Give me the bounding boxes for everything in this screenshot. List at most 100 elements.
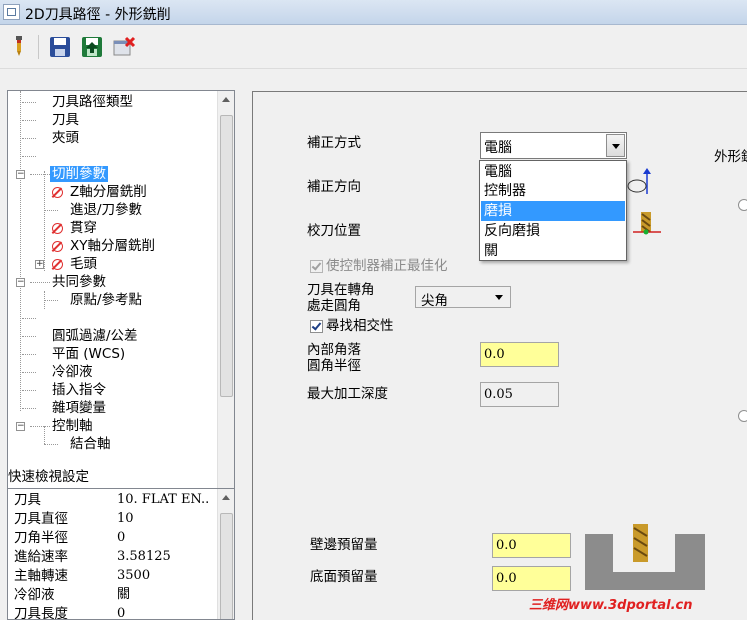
max-depth-input[interactable]: 0.05 — [480, 382, 559, 407]
comp-type-value: 電腦 — [484, 140, 512, 156]
tree-item-label: 刀具 — [52, 112, 79, 128]
tree-line — [30, 282, 50, 283]
tree-line — [22, 102, 36, 103]
tree-item[interactable]: 插入指令 — [22, 381, 106, 399]
max-depth-label: 最大加工深度 — [307, 386, 388, 402]
contour-type-label: 外形銑 — [714, 149, 747, 165]
title-bar: 2D刀具路徑 - 外形銑削 — [0, 0, 747, 25]
tree-item[interactable]: 平面 (WCS) — [22, 345, 125, 363]
tree-item-label: Z軸分層銑削 — [70, 184, 147, 200]
quickview-value: 3.58125 — [117, 549, 171, 564]
quickview-row: 主軸轉速 3500 — [14, 567, 224, 585]
dropdown-option[interactable]: 反向磨損 — [481, 221, 625, 241]
corner-combo[interactable]: 尖角 — [415, 286, 511, 309]
wall-stock-input[interactable]: 0.0 — [492, 533, 571, 558]
quickview-key: 刀具長度 — [14, 606, 68, 620]
quickview-row: 冷卻液 關 — [14, 586, 224, 604]
tree-item[interactable]: 原點/參考點 — [44, 291, 142, 309]
tree-line — [22, 318, 36, 319]
quickview-panel: 刀具 10. FLAT EN.. 刀具直徑 10 刀角半徑 0 進給速率 3.58125… — [7, 488, 235, 620]
tree-item[interactable]: 結合軸 — [44, 435, 111, 453]
tree-item-label: 結合軸 — [70, 436, 111, 452]
tree-scrollbar[interactable] — [217, 91, 234, 521]
tool-tip-icon — [633, 210, 663, 240]
quickview-title: 快速檢視設定 — [8, 469, 89, 485]
tree-item[interactable]: 圓弧過濾/公差 — [22, 327, 138, 345]
quickview-value: 0 — [117, 606, 126, 620]
inner-radius-label: 圓角半徑 — [307, 358, 361, 374]
tree-item[interactable]: Z軸分層銑削 — [44, 183, 147, 201]
tree-item[interactable]: 冷卻液 — [22, 363, 93, 381]
dropdown-option-selected[interactable]: 磨損 — [481, 201, 625, 221]
tree-line — [22, 390, 36, 391]
tree-item-label: 夾頭 — [52, 130, 79, 146]
quickview-row: 刀具長度 0 — [14, 605, 224, 620]
quickview-key: 進給速率 — [14, 549, 68, 565]
save-green-icon[interactable] — [79, 34, 105, 60]
dropdown-option[interactable]: 控制器 — [481, 181, 625, 201]
tree-item[interactable]: 進退/刀參數 — [44, 201, 142, 219]
scroll-up-icon[interactable] — [222, 495, 230, 500]
comp-type-label: 補正方式 — [307, 135, 361, 151]
tree-item[interactable]: 控制軸 — [22, 417, 93, 435]
tree-item-cut-params[interactable]: 切削參數 — [22, 165, 108, 183]
tree-item[interactable]: 貫穿 — [44, 219, 97, 237]
toolbar-separator — [38, 35, 39, 59]
expand-toggle[interactable]: + — [35, 260, 44, 269]
quickview-key: 刀具直徑 — [14, 511, 68, 527]
tree-item[interactable]: 毛頭 — [44, 255, 97, 273]
tree-item[interactable]: 雜項變量 — [22, 399, 106, 417]
tree-item[interactable]: 夾頭 — [22, 129, 79, 147]
delete-icon[interactable] — [111, 34, 137, 60]
dropdown-option[interactable]: 電腦 — [481, 162, 625, 182]
quickview-value: 10 — [117, 511, 134, 526]
quickview-key: 刀具 — [14, 492, 41, 508]
inner-radius-input[interactable]: 0.0 — [480, 342, 559, 367]
scroll-up-icon[interactable] — [222, 97, 230, 102]
disabled-icon — [52, 259, 63, 270]
tool-icon[interactable] — [6, 34, 32, 60]
tree-item[interactable]: 共同參數 — [22, 273, 106, 291]
app-window: 2D刀具路徑 - 外形銑削 刀具路徑類型 刀具 夾頭 − 切削參數 Z軸分層銑削… — [0, 0, 747, 620]
chevron-down-icon[interactable] — [606, 134, 625, 157]
watermark-text: 三维网www.3dportal.cn — [529, 598, 693, 613]
tree-line — [30, 426, 50, 427]
tree-line — [22, 120, 36, 121]
stock-diagram-icon — [583, 520, 708, 590]
chevron-down-icon — [495, 295, 503, 300]
comp-dir-label: 補正方向 — [307, 179, 361, 195]
dropdown-option[interactable]: 關 — [481, 241, 625, 261]
tree-item-label: 圓弧過濾/公差 — [52, 328, 138, 344]
contour-radio-1[interactable] — [738, 199, 747, 211]
find-intersect-checkbox[interactable] — [310, 320, 323, 333]
tree-line — [22, 336, 36, 337]
wall-stock-label: 壁邊預留量 — [310, 537, 378, 553]
quickview-scrollbar[interactable] — [217, 489, 234, 619]
floor-stock-label: 底面預留量 — [310, 569, 378, 585]
tree-item-label: 進退/刀參數 — [70, 202, 143, 218]
corner-value: 尖角 — [421, 293, 448, 309]
comp-direction-icon — [627, 168, 657, 196]
app-icon — [3, 4, 20, 20]
optimize-checkbox[interactable] — [310, 260, 323, 273]
tree-item-label: 平面 (WCS) — [52, 346, 126, 362]
tree-line — [44, 210, 58, 211]
tree-item-label: XY軸分層銑削 — [70, 238, 155, 254]
parameters-panel: 補正方式 電腦 電腦 控制器 磨損 反向磨損 關 外形銑 補正方向 校刀位置 使… — [252, 91, 747, 620]
tree-item[interactable]: XY軸分層銑削 — [44, 237, 155, 255]
quickview-key: 冷卻液 — [14, 587, 55, 603]
contour-radio-2[interactable] — [738, 410, 747, 422]
comp-type-combo[interactable]: 電腦 — [480, 132, 627, 159]
floor-stock-input[interactable]: 0.0 — [492, 566, 571, 591]
tree-line — [22, 156, 36, 157]
quickview-row: 刀具直徑 10 — [14, 510, 224, 528]
tree-line — [44, 444, 58, 445]
tree-item-label: 雜項變量 — [52, 400, 106, 416]
save-icon[interactable] — [47, 34, 73, 60]
scroll-thumb[interactable] — [220, 115, 233, 397]
inner-radius-label: 內部角落 — [307, 342, 361, 358]
tree-item[interactable]: 刀具路徑類型 — [22, 93, 133, 111]
scroll-thumb[interactable] — [220, 513, 233, 619]
tree-item[interactable]: 刀具 — [22, 111, 79, 129]
tree-item-label: 毛頭 — [70, 256, 97, 272]
